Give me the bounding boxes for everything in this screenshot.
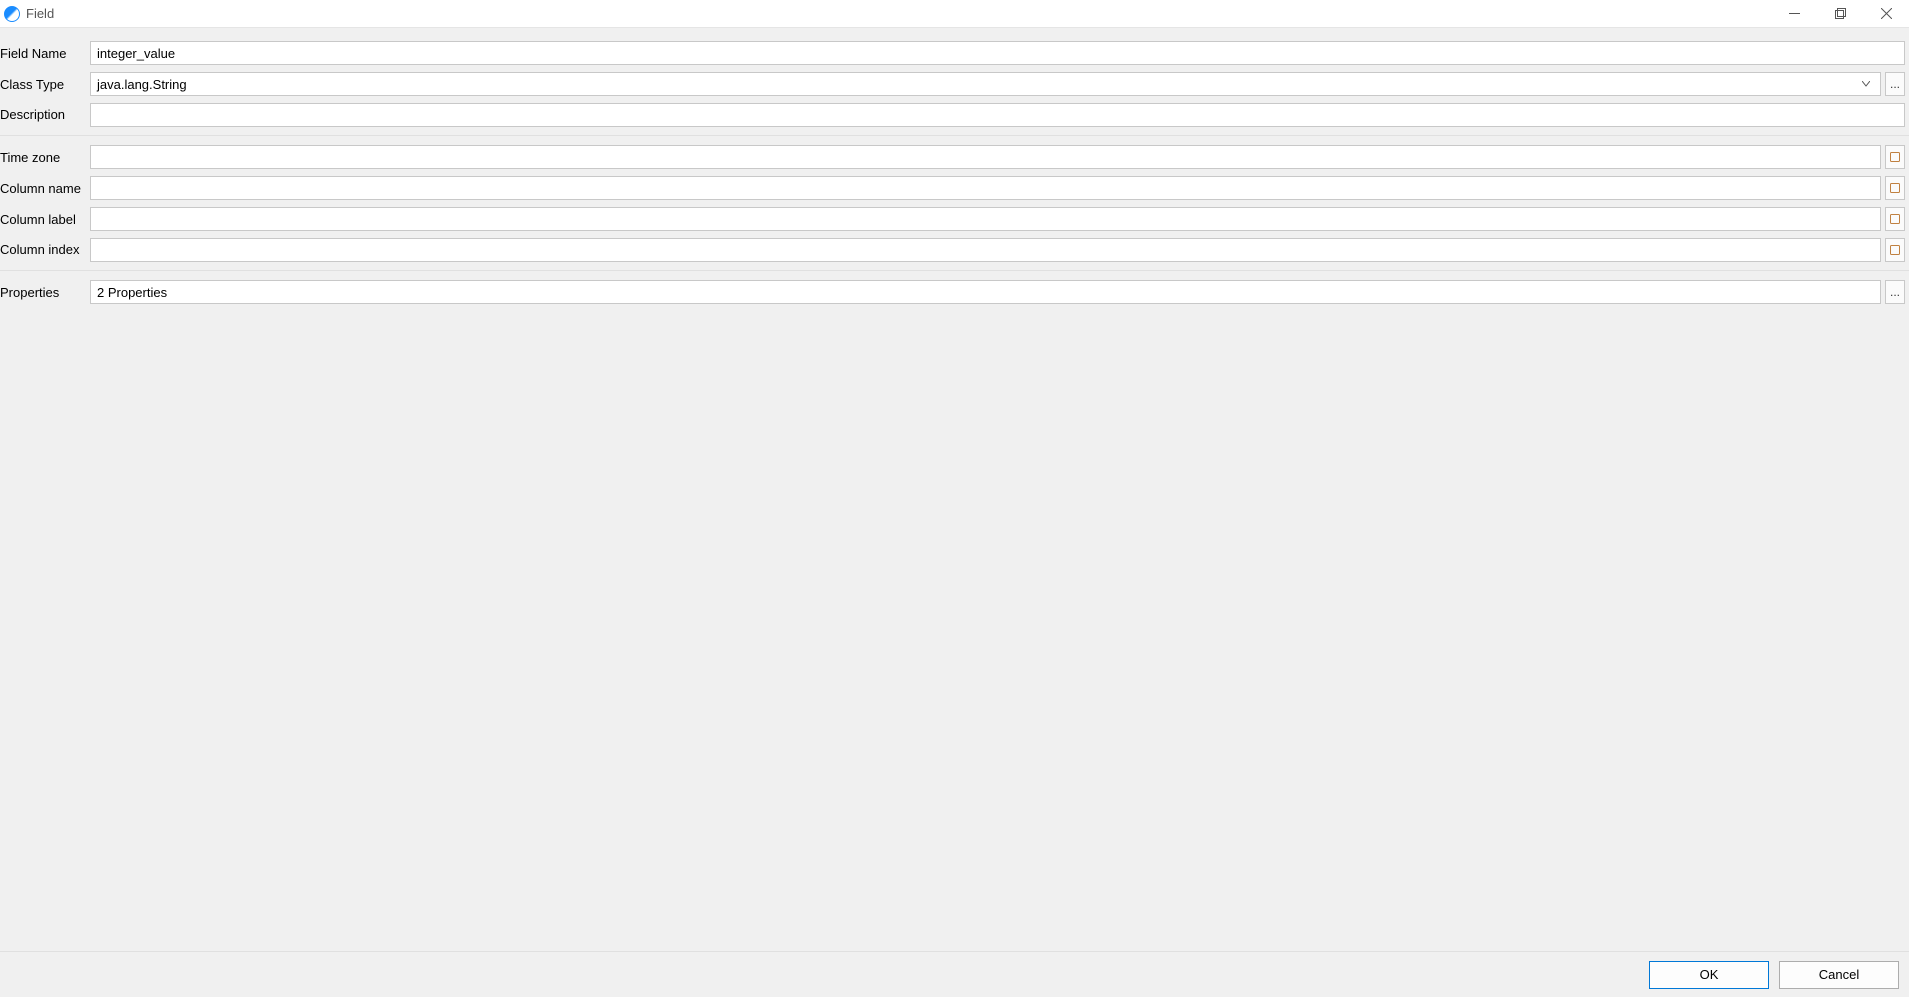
close-button[interactable] — [1863, 0, 1909, 27]
class-type-combo[interactable]: java.lang.String — [90, 72, 1881, 96]
minimize-icon — [1789, 8, 1800, 19]
row-field-name: Field Name — [0, 38, 1909, 68]
titlebar: Field — [0, 0, 1909, 28]
clear-icon — [1890, 214, 1900, 224]
column-name-clear-button[interactable] — [1885, 176, 1905, 200]
label-column-index: Column index — [0, 235, 90, 264]
clear-icon — [1890, 152, 1900, 162]
description-input[interactable] — [90, 103, 1905, 127]
window-title: Field — [26, 6, 1771, 21]
column-label-clear-button[interactable] — [1885, 207, 1905, 231]
ok-button[interactable]: OK — [1649, 961, 1769, 989]
label-column-name: Column name — [0, 173, 90, 203]
column-index-input[interactable] — [90, 238, 1881, 262]
label-time-zone: Time zone — [0, 142, 90, 172]
row-class-type: Class Type java.lang.String ... — [0, 69, 1909, 99]
maximize-icon — [1835, 8, 1846, 19]
close-icon — [1881, 8, 1892, 19]
minimize-button[interactable] — [1771, 0, 1817, 27]
clear-icon — [1890, 245, 1900, 255]
row-time-zone: Time zone — [0, 142, 1909, 172]
time-zone-input[interactable] — [90, 145, 1881, 169]
row-column-label: Column label — [0, 204, 1909, 234]
app-icon — [4, 6, 20, 22]
form-area: Field Name Class Type java.lang.String .… — [0, 28, 1909, 951]
clear-icon — [1890, 183, 1900, 193]
time-zone-clear-button[interactable] — [1885, 145, 1905, 169]
label-column-label: Column label — [0, 204, 90, 234]
column-label-input[interactable] — [90, 207, 1881, 231]
row-description: Description — [0, 100, 1909, 136]
label-class-type: Class Type — [0, 69, 90, 99]
row-column-name: Column name — [0, 173, 1909, 203]
window-controls — [1771, 0, 1909, 27]
dialog-footer: OK Cancel — [0, 951, 1909, 997]
column-index-clear-button[interactable] — [1885, 238, 1905, 262]
class-type-browse-button[interactable]: ... — [1885, 72, 1905, 96]
maximize-button[interactable] — [1817, 0, 1863, 27]
row-properties: Properties 2 Properties ... — [0, 277, 1909, 307]
row-column-index: Column index — [0, 235, 1909, 271]
cancel-button[interactable]: Cancel — [1779, 961, 1899, 989]
class-type-value: java.lang.String — [97, 77, 187, 92]
chevron-down-icon — [1858, 81, 1874, 87]
properties-browse-button[interactable]: ... — [1885, 280, 1905, 304]
properties-value: 2 Properties — [90, 280, 1881, 304]
column-name-input[interactable] — [90, 176, 1881, 200]
label-description: Description — [0, 100, 90, 129]
label-field-name: Field Name — [0, 38, 90, 68]
field-name-input[interactable] — [90, 41, 1905, 65]
label-properties: Properties — [0, 277, 90, 307]
